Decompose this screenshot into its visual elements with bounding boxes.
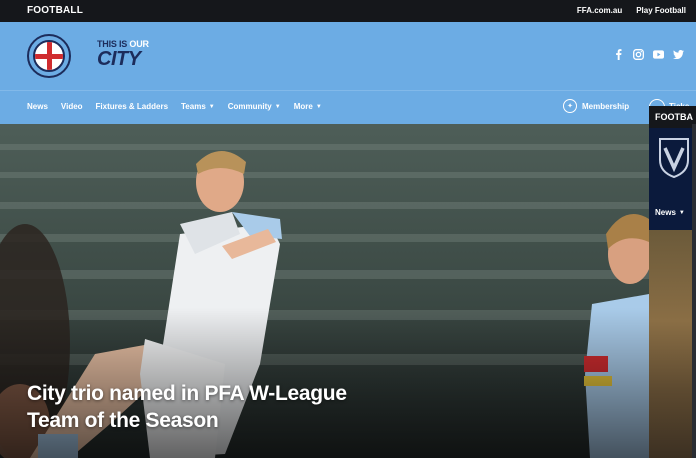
ffa-link[interactable]: FFA.com.au <box>577 6 622 15</box>
nav-item-more[interactable]: More ▼ <box>294 102 322 111</box>
nav-item-fixtures[interactable]: Fixtures & Ladders <box>96 102 168 111</box>
chevron-down-icon: ▼ <box>678 210 685 216</box>
top-bar: FOOTBALL FFA.com.au Play Football <box>0 0 696 22</box>
chevron-down-icon: ▼ <box>315 104 322 110</box>
facebook-icon[interactable] <box>613 49 624 60</box>
club-crest-logo[interactable] <box>27 34 71 78</box>
victory-logo[interactable] <box>657 136 691 178</box>
crest-shield <box>33 40 65 72</box>
twitter-icon[interactable] <box>673 49 684 60</box>
site-header: THIS IS OUR CITY <box>0 22 696 90</box>
chevron-down-icon: ▼ <box>208 104 215 110</box>
side-panel: FOOTBA News ▼ <box>649 106 696 458</box>
club-tagline-logo: THIS IS OUR CITY <box>97 39 149 70</box>
membership-link[interactable]: ✦ Membership <box>563 99 629 113</box>
nav-items: News Video Fixtures & Ladders Teams ▼ Com… <box>27 102 322 111</box>
hero-banner[interactable]: City trio named in PFA W-League Team of … <box>0 124 649 458</box>
main-nav: News Video Fixtures & Ladders Teams ▼ Com… <box>0 90 696 124</box>
hero-headline[interactable]: City trio named in PFA W-League Team of … <box>27 380 367 434</box>
membership-icon: ✦ <box>563 99 577 113</box>
side-brand[interactable]: FOOTBA <box>649 106 696 128</box>
youtube-icon[interactable] <box>653 49 664 60</box>
play-football-link[interactable]: Play Football <box>636 6 686 15</box>
top-links: FFA.com.au Play Football <box>577 6 686 15</box>
instagram-icon[interactable] <box>633 49 644 60</box>
nav-item-teams[interactable]: Teams ▼ <box>181 102 215 111</box>
side-photo <box>649 230 696 458</box>
nav-item-video[interactable]: Video <box>61 102 83 111</box>
nav-item-community[interactable]: Community ▼ <box>228 102 281 111</box>
social-links <box>613 49 684 60</box>
football-brand-logo[interactable]: FOOTBALL <box>27 5 83 16</box>
chevron-down-icon: ▼ <box>274 104 281 110</box>
side-news-menu[interactable]: News ▼ <box>655 208 685 217</box>
nav-item-news[interactable]: News <box>27 102 48 111</box>
scrollbar[interactable] <box>692 124 696 458</box>
